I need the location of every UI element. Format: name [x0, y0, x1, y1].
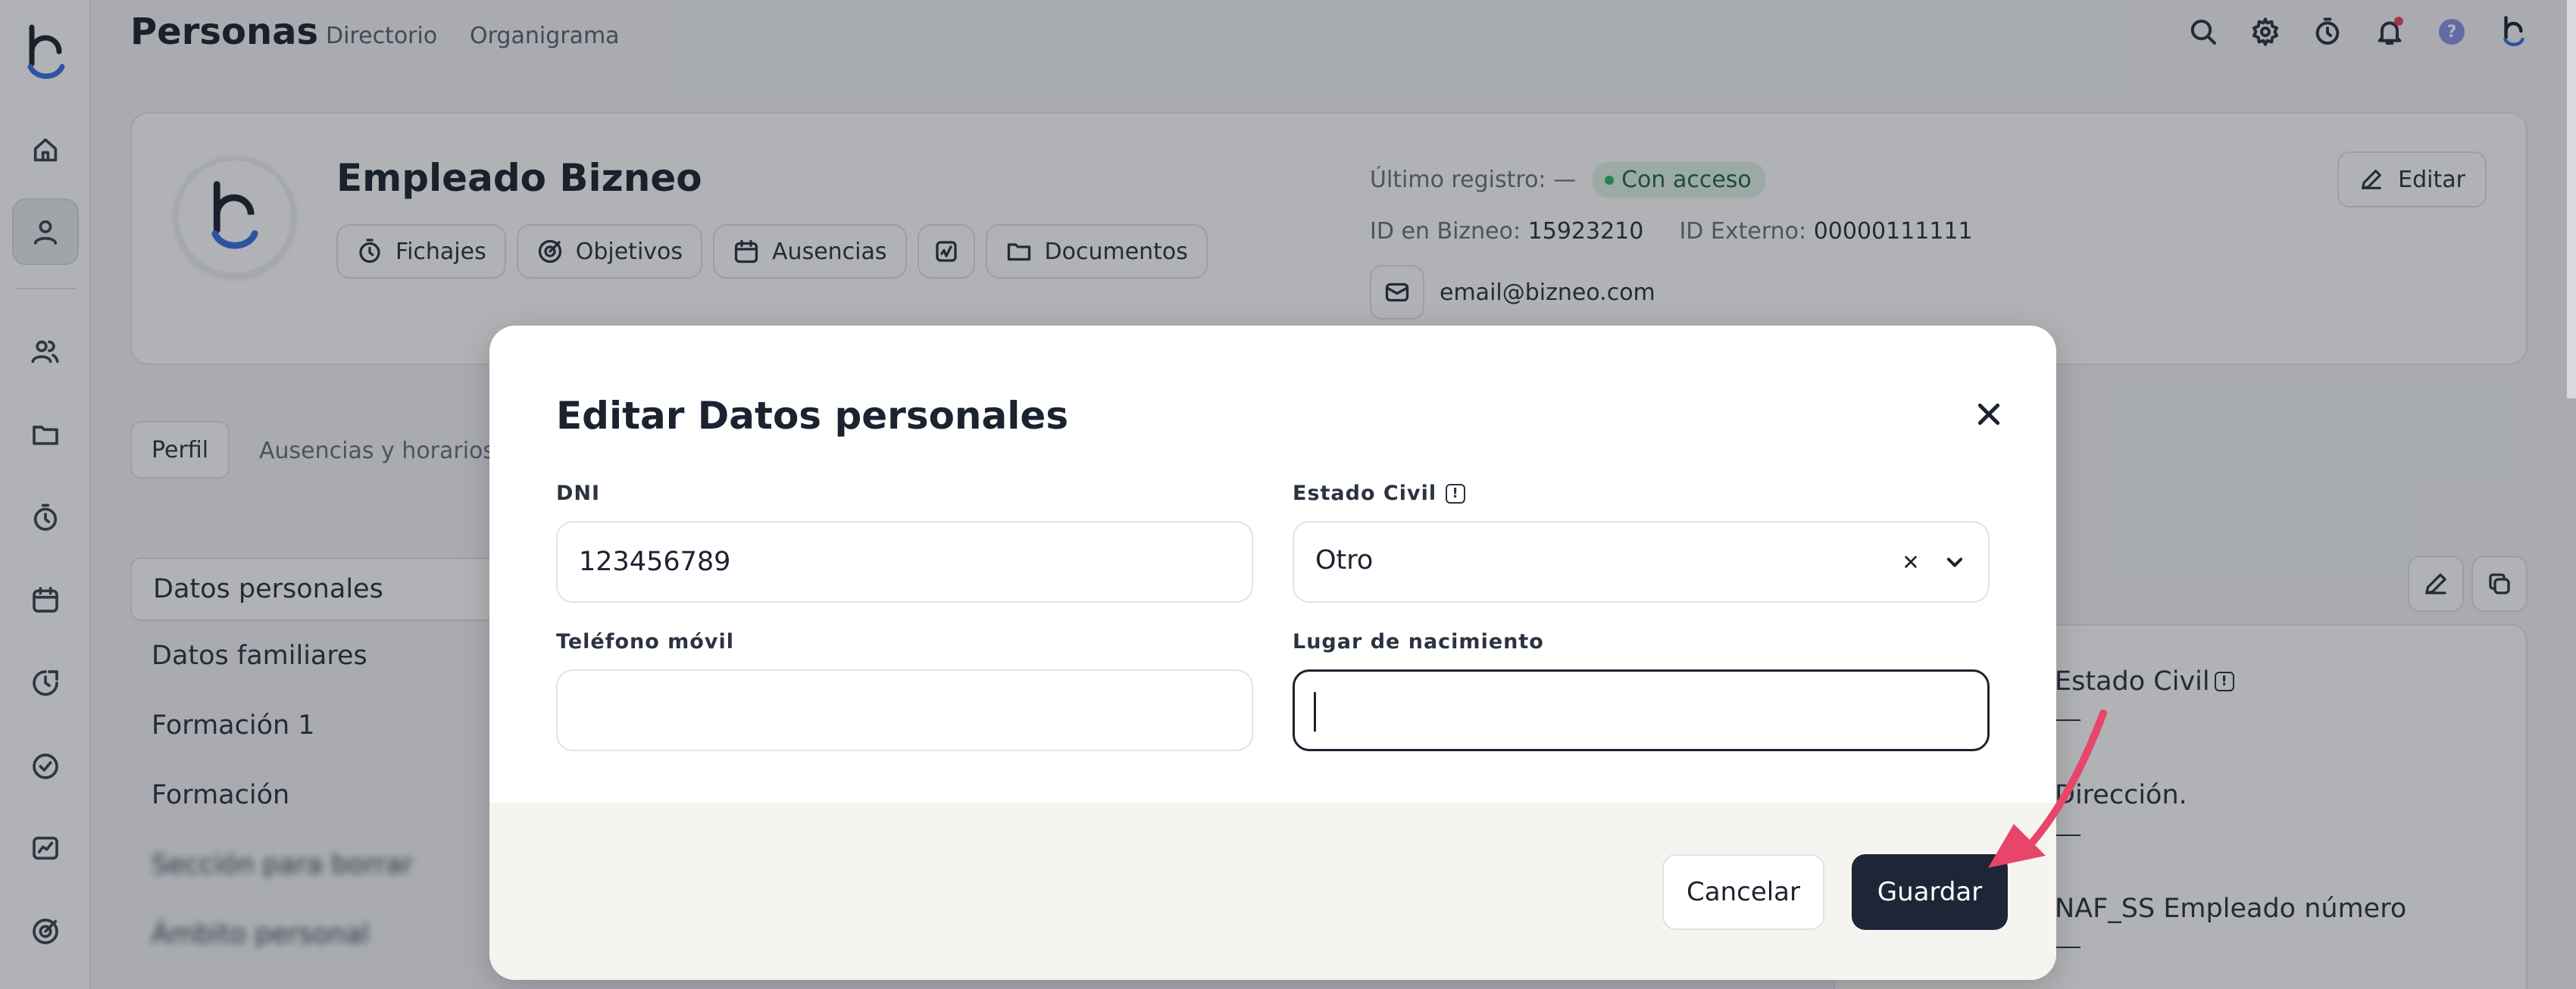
clear-selection-button[interactable] [1896, 547, 1926, 577]
close-icon [1905, 556, 1917, 568]
dni-label: DNI [556, 482, 601, 505]
chevron-down-icon [1946, 557, 1963, 567]
page-scrollbar[interactable] [2567, 0, 2576, 398]
telefono-movil-input[interactable] [556, 669, 1253, 751]
cancel-button[interactable]: Cancelar [1662, 854, 1824, 930]
estado-civil-label: Estado Civil ! [1293, 482, 1466, 505]
telefono-movil-label: Teléfono móvil [556, 630, 734, 654]
modal-footer: Cancelar Guardar [489, 803, 2056, 980]
estado-civil-select[interactable]: Otro [1293, 521, 1990, 603]
lugar-nacimiento-label: Lugar de nacimiento [1293, 630, 1544, 654]
edit-personal-data-modal: Editar Datos personales DNI Estado Civil… [489, 326, 2056, 980]
annotation-arrow-icon [1988, 710, 2107, 868]
dropdown-toggle[interactable] [1940, 547, 1970, 577]
info-icon: ! [1446, 483, 1466, 504]
close-icon [1977, 403, 2000, 426]
lugar-nacimiento-input[interactable] [1293, 669, 1990, 751]
dni-input[interactable] [556, 521, 1253, 603]
text-cursor [1314, 692, 1316, 732]
modal-title: Editar Datos personales [556, 394, 1069, 438]
estado-civil-label-text: Estado Civil [1293, 482, 1437, 505]
estado-civil-value: Otro [1315, 545, 1374, 576]
close-button[interactable] [1968, 394, 2009, 435]
